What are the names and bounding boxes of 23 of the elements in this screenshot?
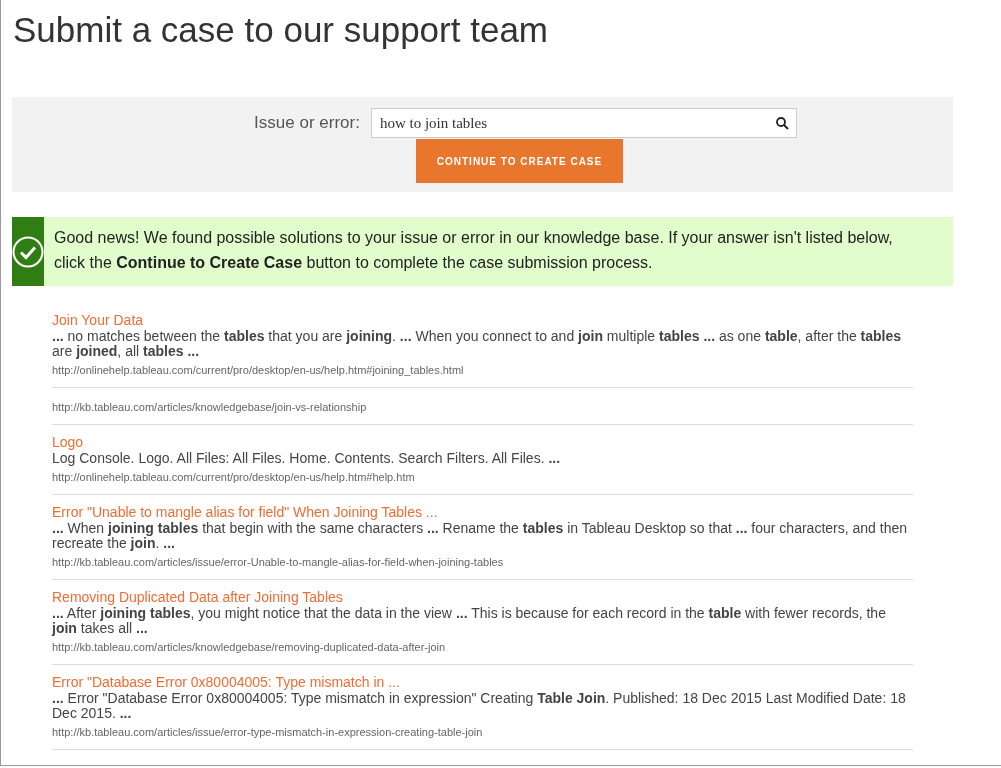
result-link[interactable]: Removing Duplicated Data after Joining Tables bbox=[52, 588, 343, 606]
search-field[interactable]: how to join tables bbox=[370, 108, 797, 138]
result-snippet: ... After joining tables, you might notice that the data in the view ... This is because for each record in the table with fewer records, the join takes all ... bbox=[52, 606, 887, 636]
result-url: http://kb.tableau.com/articles/issue/error-type-mismatch-in-expression-creating-table-join bbox=[52, 725, 483, 739]
page-title: Submit a case to our support team bbox=[13, 9, 548, 51]
result-snippet: ... When joining tables that begin with the same characters ... Rename the tables in Tableau Desktop so that ... four characters, and then recreate the join. ... bbox=[52, 521, 908, 551]
result-snippet: ... no matches between the tables that you are joining. ... When you connect to and join multiple tables ... as one table, after the tables are joined, all tables ... bbox=[52, 329, 903, 359]
notice-text: Good news! We found possible solutions to your issue or error in our knowledge base. If your answer isn't listed below, click the Continue to Create Case button to complete the case submission process. bbox=[53, 228, 894, 273]
result-url: http://kb.tableau.com/articles/knowledgebase/join-vs-relationship bbox=[52, 400, 367, 414]
continue-button[interactable]: CONTINUE TO CREATE CASE bbox=[416, 139, 623, 183]
result-snippet: ... Error "Database Error 0x80004005: Type mismatch in expression" Creating Table Join. Published: 18 Dec 2015 Last Modified Date: 18 Dec 2015. ... bbox=[52, 691, 907, 721]
result-url: http://onlinehelp.tableau.com/current/pro/desktop/en-us/help.htm#joining_tables.html bbox=[52, 363, 464, 377]
result-snippet: Log Console. Logo. All Files: All Files. Home. Contents. Search Filters. All Files. ... bbox=[52, 451, 562, 466]
result-link[interactable]: Logo bbox=[52, 433, 84, 451]
field-label: Issue or error: bbox=[254, 113, 360, 133]
check-circle-icon bbox=[12, 235, 44, 268]
result-link[interactable]: Join Your Data bbox=[52, 311, 144, 329]
result-url: http://kb.tableau.com/articles/knowledgebase/removing-duplicated-data-after-join bbox=[52, 640, 446, 654]
result-url: http://kb.tableau.com/articles/issue/error-Unable-to-mangle-alias-for-field-when-joining-tables bbox=[52, 555, 504, 569]
result-url: http://onlinehelp.tableau.com/current/pro/desktop/en-us/help.htm#help.htm bbox=[52, 470, 415, 484]
result-link[interactable]: Error "Database Error 0x80004005: Type mismatch in ... bbox=[52, 673, 400, 691]
search-icon[interactable] bbox=[775, 117, 789, 130]
result-link[interactable]: Error "Unable to mangle alias for field" When Joining Tables ... bbox=[52, 503, 438, 521]
